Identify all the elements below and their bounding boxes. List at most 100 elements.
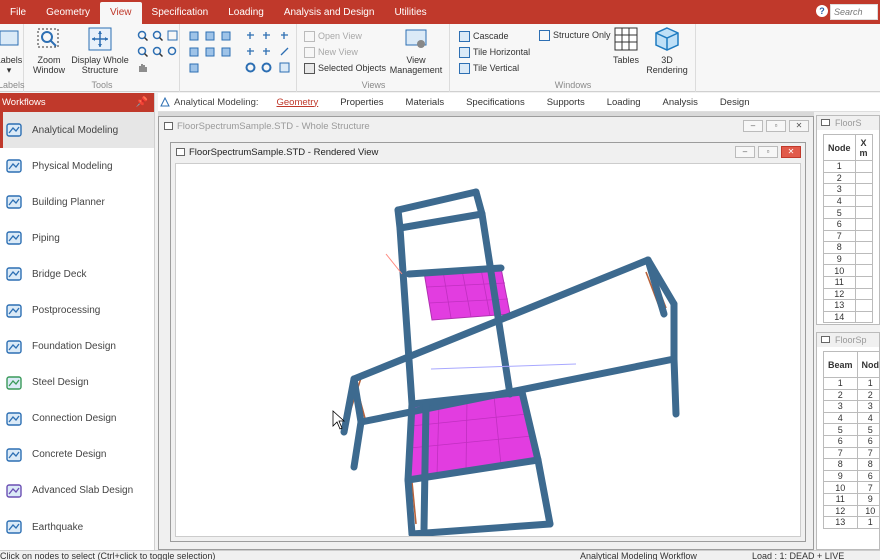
view-management-button[interactable]: View Management [386, 27, 446, 75]
node-id-cell[interactable]: 4 [823, 194, 856, 208]
beam-id-cell[interactable]: 13 [823, 516, 858, 529]
beam-id-cell[interactable]: 4 [823, 411, 858, 425]
node-a-cell[interactable]: 3 [856, 400, 879, 413]
spin-left-icon[interactable] [245, 46, 256, 57]
view-right-icon[interactable] [189, 46, 200, 57]
node-id-cell[interactable]: 1 [823, 160, 856, 173]
workflow-item[interactable]: Connection Design [0, 401, 154, 437]
workflow-item[interactable]: Earthquake [0, 509, 154, 545]
close-button[interactable]: ✕ [781, 146, 801, 158]
table-row[interactable]: 22 [823, 388, 879, 402]
workflow-item[interactable]: Bridge Deck [0, 256, 154, 292]
table-row[interactable]: 96 [823, 469, 879, 483]
table-row[interactable]: 44 [823, 411, 879, 425]
node-a-cell[interactable]: 1 [856, 377, 879, 390]
minimize-button[interactable]: – [743, 120, 763, 132]
rotate-cw-icon[interactable] [261, 62, 272, 73]
table-row[interactable]: 10 [823, 264, 873, 277]
tab-geometry[interactable]: Geometry [277, 97, 319, 108]
tab-supports[interactable]: Supports [547, 97, 585, 108]
workflow-item[interactable]: Piping [0, 220, 154, 256]
view-top-icon[interactable] [205, 46, 216, 57]
node-a-cell[interactable]: 4 [856, 411, 879, 425]
beam-id-cell[interactable]: 1 [823, 377, 858, 390]
beam-id-cell[interactable]: 7 [823, 446, 858, 460]
workflow-item[interactable]: Advanced Slab Design [0, 473, 154, 509]
node-a-cell[interactable]: 7 [856, 481, 879, 494]
beam-id-cell[interactable]: 10 [823, 481, 858, 494]
node-id-cell[interactable]: 12 [823, 287, 856, 301]
zoom-window-button[interactable]: Zoom Window [32, 27, 66, 75]
beam-id-cell[interactable]: 6 [823, 434, 858, 448]
zoom-previous-icon[interactable] [167, 30, 178, 41]
x-cell[interactable] [854, 252, 873, 266]
zoom-out-icon[interactable] [152, 30, 164, 42]
minimize-button[interactable]: – [735, 146, 755, 158]
x-header[interactable]: Xm [854, 134, 873, 161]
table-row[interactable]: 11 [823, 377, 879, 390]
workflow-item[interactable]: Analytical Modeling [0, 112, 154, 149]
node-id-cell[interactable]: 5 [823, 206, 856, 219]
x-cell[interactable] [854, 160, 873, 173]
table-row[interactable]: 88 [823, 458, 879, 471]
beam-id-cell[interactable]: 3 [823, 400, 858, 413]
cascade-button[interactable]: Cascade [459, 30, 509, 42]
beam-header[interactable]: Beam [823, 351, 858, 378]
zoom-fit-icon[interactable] [152, 46, 164, 58]
table-row[interactable]: 7 [823, 229, 873, 243]
view-left-icon[interactable] [221, 30, 232, 41]
table-row[interactable]: 77 [823, 446, 879, 460]
workflow-item[interactable]: Steel Design [0, 365, 154, 401]
open-view-button[interactable]: Open View [304, 30, 362, 42]
zoom-dynamic-icon[interactable] [137, 46, 149, 58]
menu-utilities[interactable]: Utilities [384, 2, 436, 24]
beam-id-cell[interactable]: 12 [823, 504, 858, 518]
new-view-button[interactable]: New View [304, 46, 358, 58]
beam-id-cell[interactable]: 8 [823, 458, 858, 471]
help-icon[interactable]: ? [816, 5, 828, 17]
table-row[interactable]: 8 [823, 241, 873, 254]
view-reset-icon[interactable] [279, 62, 290, 73]
menu-analysis-design[interactable]: Analysis and Design [274, 2, 385, 24]
x-cell[interactable] [854, 217, 873, 231]
workflow-item[interactable]: Foundation Design [0, 329, 154, 365]
node-id-cell[interactable]: 10 [823, 264, 856, 277]
node-id-cell[interactable]: 13 [823, 299, 856, 312]
node-id-cell[interactable]: 3 [823, 183, 856, 196]
node-a-header[interactable]: Nod [856, 351, 879, 378]
x-cell[interactable] [854, 229, 873, 243]
workflow-item[interactable]: Postprocessing [0, 292, 154, 328]
beam-id-cell[interactable]: 5 [823, 423, 858, 436]
node-id-cell[interactable]: 7 [823, 229, 856, 243]
zoom-in-icon[interactable] [137, 30, 149, 42]
node-id-cell[interactable]: 6 [823, 217, 856, 231]
display-whole-structure-button[interactable]: Display Whole Structure [68, 27, 132, 75]
x-cell[interactable] [854, 206, 873, 219]
view-back-icon[interactable] [205, 30, 216, 41]
node-a-cell[interactable]: 1 [856, 516, 879, 529]
node-id-cell[interactable]: 8 [823, 241, 856, 254]
pin-icon[interactable]: 📌 [136, 93, 148, 112]
x-cell[interactable] [854, 299, 873, 312]
table-row[interactable]: 33 [823, 400, 879, 413]
rendering-button[interactable]: 3D Rendering [645, 27, 689, 75]
beam-id-cell[interactable]: 9 [823, 469, 858, 483]
x-cell[interactable] [854, 310, 873, 324]
render-canvas[interactable] [175, 163, 801, 537]
x-cell[interactable] [854, 194, 873, 208]
view-bottom-icon[interactable] [221, 46, 232, 57]
table-row[interactable]: 12 10 [823, 504, 879, 518]
structure-render[interactable] [176, 164, 801, 537]
table-row[interactable]: 11 9 [823, 492, 879, 506]
magnify-icon[interactable] [167, 46, 178, 57]
table-row[interactable]: 66 [823, 434, 879, 448]
table-row[interactable]: 12 [823, 287, 873, 301]
node-id-cell[interactable]: 2 [823, 171, 856, 185]
tables-button[interactable]: Tables [609, 27, 643, 65]
x-cell[interactable] [854, 171, 873, 185]
node-id-cell[interactable]: 14 [823, 310, 856, 324]
tab-loading[interactable]: Loading [607, 97, 641, 108]
table-row[interactable]: 5 [823, 206, 873, 219]
tile-horizontal-button[interactable]: Tile Horizontal [459, 46, 530, 58]
table-row[interactable]: 14 [823, 310, 873, 324]
